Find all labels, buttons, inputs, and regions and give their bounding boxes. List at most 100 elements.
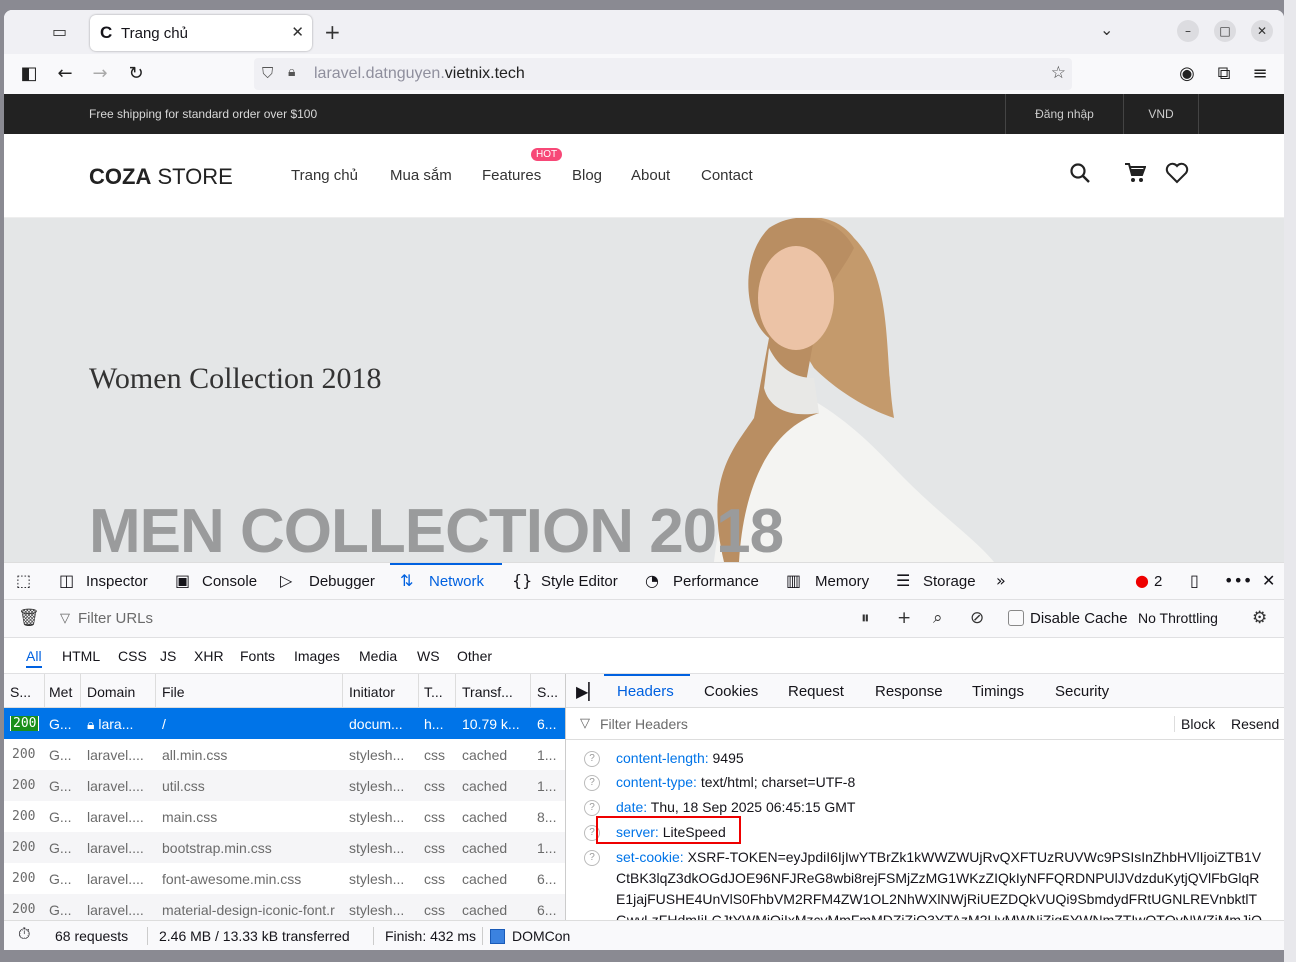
filter-fonts[interactable]: Fonts [240,648,275,664]
minimize-icon[interactable]: – [1177,20,1199,42]
style-editor-icon: {} [512,571,533,590]
lock-icon[interactable]: 🔒︎ [288,64,295,80]
login-link[interactable]: Đăng nhập [1005,94,1123,134]
tab-security[interactable]: Security [1055,683,1109,700]
heart-icon[interactable] [1165,162,1189,190]
tab-active[interactable]: C Trang chủ ✕ [90,15,312,51]
toggle-sidebar-icon[interactable]: ▶▏ [576,682,601,701]
throttling-select[interactable]: No Throttling [1138,610,1218,626]
tab-debugger[interactable]: Debugger [309,573,375,590]
trash-icon[interactable]: 🗑︎ [18,608,40,628]
pause-icon[interactable]: ⏸︎ [861,608,870,628]
dock-icon[interactable]: ▯ [1190,571,1199,590]
tab-inspector[interactable]: Inspector [86,573,148,590]
filter-media[interactable]: Media [359,648,397,664]
error-count[interactable]: 2 [1154,573,1162,590]
url-bar[interactable]: ⛉ 🔒︎ laravel.datnguyen.vietnix.tech ☆ [254,58,1072,90]
inspector-icon: ◫ [59,571,75,590]
help-icon[interactable]: ? [584,800,600,816]
filter-ws[interactable]: WS [417,648,440,664]
search-icon[interactable] [1069,162,1091,190]
element-picker-icon[interactable]: ⬚ [16,571,31,590]
shield-icon[interactable]: ⛉ [262,64,273,82]
cart-icon[interactable] [1124,162,1147,190]
tab-overview-icon[interactable]: ▭ [52,22,76,42]
help-icon[interactable]: ? [584,850,600,866]
tab-style-editor[interactable]: Style Editor [541,573,618,590]
close-tab-icon[interactable]: ✕ [291,23,304,41]
account-icon[interactable]: ◉ [1176,63,1198,84]
url-text[interactable]: laravel.datnguyen.vietnix.tech [314,65,525,83]
tab-timings[interactable]: Timings [972,683,1024,700]
block-button[interactable]: Block [1174,716,1215,732]
help-icon[interactable]: ? [584,751,600,767]
filter-html[interactable]: HTML [62,648,100,664]
filter-headers-input[interactable]: Filter Headers [600,716,688,732]
disable-cache-label[interactable]: Disable Cache [1030,610,1128,627]
table-row[interactable]: 200 G... laravel.... all.min.css stylesh… [4,739,565,770]
tab-response[interactable]: Response [875,683,943,700]
col-status[interactable]: S... [10,684,31,700]
tab-headers[interactable]: Headers [617,683,674,700]
tab-network[interactable]: Network [429,573,484,590]
col-domain[interactable]: Domain [87,684,135,700]
chevron-down-icon[interactable]: ⌄ [1100,20,1113,39]
disable-cache-checkbox[interactable] [1008,610,1024,626]
col-size[interactable]: S... [537,684,558,700]
site-logo[interactable]: COZA STORE [89,164,233,190]
filter-urls-input[interactable]: Filter URLs [78,610,153,627]
col-method[interactable]: Met [49,684,72,700]
menu-shop[interactable]: Mua sắm [390,167,452,184]
search-icon[interactable]: ⌕ [933,608,943,628]
maximize-icon[interactable]: □ [1214,20,1236,42]
table-row[interactable]: 200 G... laravel.... font-awesome.min.cs… [4,863,565,894]
header-row: ? set-cookie: XSRF-TOKEN=eyJpdiI6IjIwYTB… [566,847,1284,920]
filter-xhr[interactable]: XHR [194,648,224,664]
close-devtools-icon[interactable]: ✕ [1262,571,1275,590]
more-options-icon[interactable]: ••• [1224,571,1252,590]
tab-request[interactable]: Request [788,683,844,700]
table-row[interactable]: 200 G... laravel.... main.css stylesh...… [4,801,565,832]
table-row[interactable]: 200 G... laravel.... util.css stylesh...… [4,770,565,801]
back-icon[interactable]: ← [54,63,76,84]
col-file[interactable]: File [162,684,185,700]
filter-all[interactable]: All [26,648,42,668]
add-icon[interactable]: + [897,608,911,628]
menu-contact[interactable]: Contact [701,167,753,184]
col-initiator[interactable]: Initiator [349,684,395,700]
extensions-icon[interactable]: ⧉ [1213,63,1235,84]
table-row[interactable]: 200 G... 🔒︎ lara... / docum... h... 10.7… [4,708,565,739]
tab-cookies[interactable]: Cookies [704,683,758,700]
reload-icon[interactable]: ↻ [125,63,147,84]
filter-js[interactable]: JS [160,648,176,664]
error-icon[interactable]: ● [1135,571,1149,590]
new-tab-icon[interactable]: + [324,20,341,44]
sidebar-toggle-icon[interactable]: ◧ [18,63,40,84]
table-row[interactable]: 200 G... laravel.... material-design-ico… [4,894,565,920]
filter-images[interactable]: Images [294,648,340,664]
forward-icon[interactable]: → [89,63,111,84]
col-transferred[interactable]: Transf... [462,684,513,700]
tab-performance[interactable]: Performance [673,573,759,590]
resend-button[interactable]: Resend [1231,716,1279,732]
table-row[interactable]: 200 G... laravel.... bootstrap.min.css s… [4,832,565,863]
menu-features[interactable]: Features [482,167,541,184]
menu-about[interactable]: About [631,167,670,184]
tab-console[interactable]: Console [202,573,257,590]
tab-storage[interactable]: Storage [923,573,976,590]
block-icon[interactable]: ⊘ [970,608,984,628]
filter-other[interactable]: Other [457,648,492,664]
more-tabs-icon[interactable]: » [996,571,1006,590]
filter-css[interactable]: CSS [118,648,147,664]
close-window-icon[interactable]: ✕ [1251,20,1273,42]
currency-link[interactable]: VND [1123,94,1199,134]
bookmark-star-icon[interactable]: ☆ [1051,63,1066,83]
menu-home[interactable]: Trang chủ [291,167,358,184]
col-type[interactable]: T... [424,684,443,700]
help-icon[interactable]: ? [584,775,600,791]
settings-gear-icon[interactable]: ⚙ [1252,608,1267,628]
network-toolbar: 🗑︎ ▽ Filter URLs ⏸︎ + ⌕ ⊘ Disable Cache … [4,600,1284,638]
menu-icon[interactable]: ≡ [1249,63,1271,84]
tab-memory[interactable]: Memory [815,573,869,590]
menu-blog[interactable]: Blog [572,167,602,184]
